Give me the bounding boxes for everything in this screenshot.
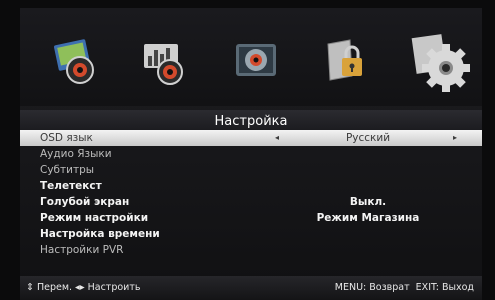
- picture-icon[interactable]: [50, 36, 102, 88]
- settings-gear-icon[interactable]: [410, 30, 472, 94]
- menu-item-blue-screen[interactable]: Голубой экран Выкл.: [20, 194, 482, 210]
- menu-item-value: Режим Магазина: [316, 212, 420, 224]
- menu-item-label: Субтитры: [40, 164, 95, 176]
- settings-menu-list: OSD язык ◂ Русский ▸ Аудио Языки Субтитр…: [20, 130, 482, 258]
- menu-item-pvr-settings[interactable]: Настройки PVR: [20, 242, 482, 258]
- hint-bar: ⇕ Перем. ◂▸ Настроить MENU: Возврат EXIT…: [20, 276, 482, 300]
- menu-item-setup-mode[interactable]: Режим настройки Режим Магазина: [20, 210, 482, 226]
- tv-bezel: Настройка OSD язык ◂ Русский ▸ Аудио Язы…: [0, 0, 495, 300]
- menu-item-time-settings[interactable]: Настройка времени: [20, 226, 482, 242]
- navigation-hint: ⇕ Перем. ◂▸ Настроить: [26, 282, 141, 293]
- menu-item-audio-languages[interactable]: Аудио Языки: [20, 146, 482, 162]
- menu-icon-bar: [20, 8, 482, 106]
- menu-item-value: Выкл.: [349, 196, 387, 208]
- menu-title-bar: Настройка: [20, 110, 482, 130]
- osd-screen: Настройка OSD язык ◂ Русский ▸ Аудио Язы…: [20, 8, 482, 300]
- menu-item-label: Голубой экран: [40, 196, 130, 208]
- channel-icon[interactable]: [230, 36, 282, 88]
- arrow-left-icon[interactable]: ◂: [275, 130, 279, 146]
- menu-title: Настройка: [214, 114, 288, 129]
- menu-exit-hint: MENU: Возврат EXIT: Выход: [334, 282, 474, 293]
- menu-item-label: Настройка времени: [40, 228, 160, 240]
- menu-item-label: Режим настройки: [40, 212, 149, 224]
- menu-item-teletext[interactable]: Телетекст: [20, 178, 482, 194]
- arrow-right-icon[interactable]: ▸: [453, 130, 457, 146]
- menu-item-label: Телетекст: [40, 180, 102, 192]
- lock-icon[interactable]: [320, 36, 372, 88]
- menu-item-label: Настройки PVR: [40, 244, 124, 256]
- menu-item-subtitles[interactable]: Субтитры: [20, 162, 482, 178]
- menu-item-value: Русский: [345, 132, 391, 144]
- sound-icon[interactable]: [138, 36, 190, 88]
- menu-item-osd-language[interactable]: OSD язык ◂ Русский ▸: [20, 130, 482, 146]
- menu-item-label: OSD язык: [40, 132, 93, 144]
- menu-item-label: Аудио Языки: [40, 148, 112, 160]
